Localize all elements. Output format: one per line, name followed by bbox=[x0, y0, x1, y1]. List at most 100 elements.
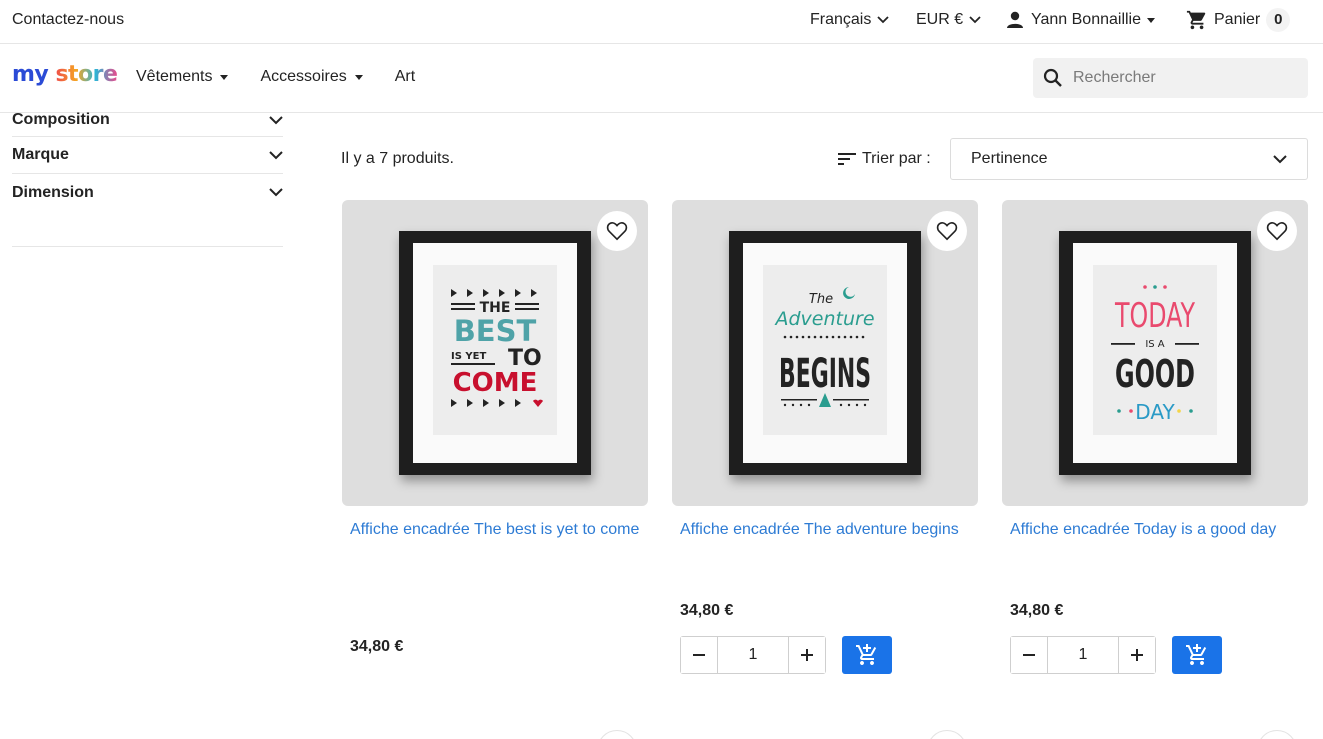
poster-text: The bbox=[809, 292, 833, 307]
chevron-down-icon bbox=[269, 115, 283, 124]
user-account-menu[interactable]: Yann Bonnaillie bbox=[1005, 10, 1156, 30]
caret-down-icon bbox=[1147, 17, 1156, 23]
currency-label: EUR € bbox=[916, 11, 964, 28]
poster-text: DAY bbox=[1135, 400, 1175, 424]
person-icon bbox=[1007, 11, 1023, 28]
quantity-input[interactable] bbox=[1048, 637, 1118, 673]
cart-count-badge: 0 bbox=[1266, 8, 1291, 32]
wishlist-button[interactable] bbox=[927, 211, 967, 251]
contact-link[interactable]: Contactez-nous bbox=[12, 11, 124, 29]
cart-label: Panier bbox=[1214, 11, 1261, 28]
facet-composition[interactable]: Composition bbox=[12, 104, 283, 137]
nav-item-vetements[interactable]: Vêtements bbox=[136, 68, 229, 86]
heart-outline-icon bbox=[606, 222, 628, 241]
main-nav: Vêtements Accessoires Art bbox=[136, 68, 415, 86]
poster-text: BEGINS bbox=[779, 351, 871, 397]
product-name-link[interactable]: Affiche encadrée The best is yet to come bbox=[350, 520, 640, 638]
add-to-cart-row bbox=[1010, 636, 1308, 674]
poster-frame: THE BEST IS YET TO COME bbox=[399, 231, 591, 475]
facet-label: Marque bbox=[12, 146, 69, 163]
nav-item-label: Art bbox=[394, 68, 416, 85]
search-input[interactable] bbox=[1073, 69, 1293, 87]
language-label: Français bbox=[810, 11, 872, 28]
wishlist-button[interactable] bbox=[927, 730, 967, 739]
caret-down-icon bbox=[220, 74, 229, 80]
facet-dimension[interactable]: Dimension bbox=[12, 174, 283, 211]
wishlist-button[interactable] bbox=[1257, 730, 1297, 739]
heart-outline-icon bbox=[936, 222, 958, 241]
quantity-decrease-button[interactable] bbox=[681, 637, 718, 673]
poster-mat: TODAY IS A GOOD DAY bbox=[1073, 243, 1237, 463]
product-count: Il y a 7 produits. bbox=[341, 150, 454, 167]
logo-store: store bbox=[55, 62, 118, 87]
chevron-down-icon bbox=[269, 150, 283, 159]
poster-artwork: TODAY IS A GOOD DAY bbox=[1111, 285, 1199, 424]
add-to-cart-button[interactable] bbox=[842, 636, 892, 674]
product-name-link[interactable]: Affiche encadrée The adventure begins bbox=[680, 520, 970, 602]
main-header: my store Vêtements Accessoires Art bbox=[0, 44, 1323, 113]
quantity-increase-button[interactable] bbox=[1118, 637, 1155, 673]
poster-frame: TODAY IS A GOOD DAY bbox=[1059, 231, 1251, 475]
caret-down-icon bbox=[354, 74, 363, 80]
quantity-decrease-button[interactable] bbox=[1011, 637, 1048, 673]
product-card: The Adventure BEGINS Affiche encadrée Th… bbox=[672, 200, 978, 674]
chevron-down-icon bbox=[1273, 154, 1287, 163]
add-cart-icon bbox=[1186, 644, 1207, 665]
nav-item-art[interactable]: Art bbox=[395, 68, 415, 86]
poster-artwork: THE BEST IS YET TO COME bbox=[451, 289, 543, 407]
product-image[interactable]: THE BEST IS YET TO COME bbox=[342, 200, 648, 506]
chevron-down-icon bbox=[269, 188, 283, 197]
plus-icon bbox=[801, 649, 813, 661]
product-image[interactable]: TODAY IS A GOOD DAY bbox=[1002, 200, 1308, 506]
cart-link[interactable]: Panier 0 bbox=[1186, 8, 1291, 32]
product-price: 34,80 € bbox=[680, 602, 734, 619]
poster-frame: The Adventure BEGINS bbox=[729, 231, 921, 475]
search-icon[interactable] bbox=[1043, 68, 1063, 88]
cart-icon bbox=[1186, 10, 1206, 30]
user-name: Yann Bonnaillie bbox=[1031, 11, 1142, 28]
poster-mat: THE BEST IS YET TO COME bbox=[413, 243, 577, 463]
wishlist-button[interactable] bbox=[597, 730, 637, 739]
plus-icon bbox=[1131, 649, 1143, 661]
add-to-cart-button[interactable] bbox=[1172, 636, 1222, 674]
poster-text: BEST bbox=[454, 314, 537, 348]
quantity-input[interactable] bbox=[718, 637, 788, 673]
add-to-cart-row bbox=[680, 636, 978, 674]
sort-label-text: Trier par : bbox=[862, 150, 931, 167]
sort-select[interactable]: Pertinence bbox=[950, 138, 1308, 180]
poster-text: TODAY bbox=[1114, 296, 1195, 336]
poster-artwork: The Adventure BEGINS bbox=[773, 287, 875, 407]
facet-sidebar: Composition Marque Dimension bbox=[12, 104, 283, 247]
poster-text: GOOD bbox=[1115, 352, 1195, 396]
sort-value: Pertinence bbox=[971, 150, 1048, 167]
facet-marque[interactable]: Marque bbox=[12, 137, 283, 174]
product-price: 34,80 € bbox=[1010, 602, 1064, 619]
wishlist-button[interactable] bbox=[597, 211, 637, 251]
chevron-down-icon bbox=[969, 16, 981, 24]
wishlist-button[interactable] bbox=[1257, 211, 1297, 251]
store-logo[interactable]: my store bbox=[12, 62, 118, 87]
nav-item-accessoires[interactable]: Accessoires bbox=[260, 68, 363, 86]
poster-text: COME bbox=[453, 368, 538, 398]
top-bar: Contactez-nous Français EUR € Yann Bonna… bbox=[0, 0, 1323, 44]
logo-my: my bbox=[12, 62, 49, 87]
quantity-increase-button[interactable] bbox=[788, 637, 825, 673]
minus-icon bbox=[693, 654, 705, 656]
product-image[interactable]: The Adventure BEGINS bbox=[672, 200, 978, 506]
chevron-down-icon bbox=[877, 16, 889, 24]
product-card: THE BEST IS YET TO COME Affiche encadrée… bbox=[342, 200, 648, 656]
add-cart-icon bbox=[856, 644, 877, 665]
language-selector[interactable]: Français bbox=[810, 11, 889, 29]
product-price: 34,80 € bbox=[350, 638, 404, 655]
currency-selector[interactable]: EUR € bbox=[916, 11, 981, 29]
poster-text: IS A bbox=[1145, 339, 1164, 350]
poster-text: IS YET bbox=[451, 351, 486, 362]
poster-text: Adventure bbox=[773, 308, 874, 330]
nav-item-label: Accessoires bbox=[260, 68, 347, 85]
product-name-link[interactable]: Affiche encadrée Today is a good day bbox=[1010, 520, 1300, 602]
quantity-stepper bbox=[1010, 636, 1156, 674]
facet-label: Dimension bbox=[12, 183, 94, 201]
facet-divider bbox=[12, 231, 283, 247]
poster-print: TODAY IS A GOOD DAY bbox=[1093, 265, 1217, 435]
quantity-stepper bbox=[680, 636, 826, 674]
